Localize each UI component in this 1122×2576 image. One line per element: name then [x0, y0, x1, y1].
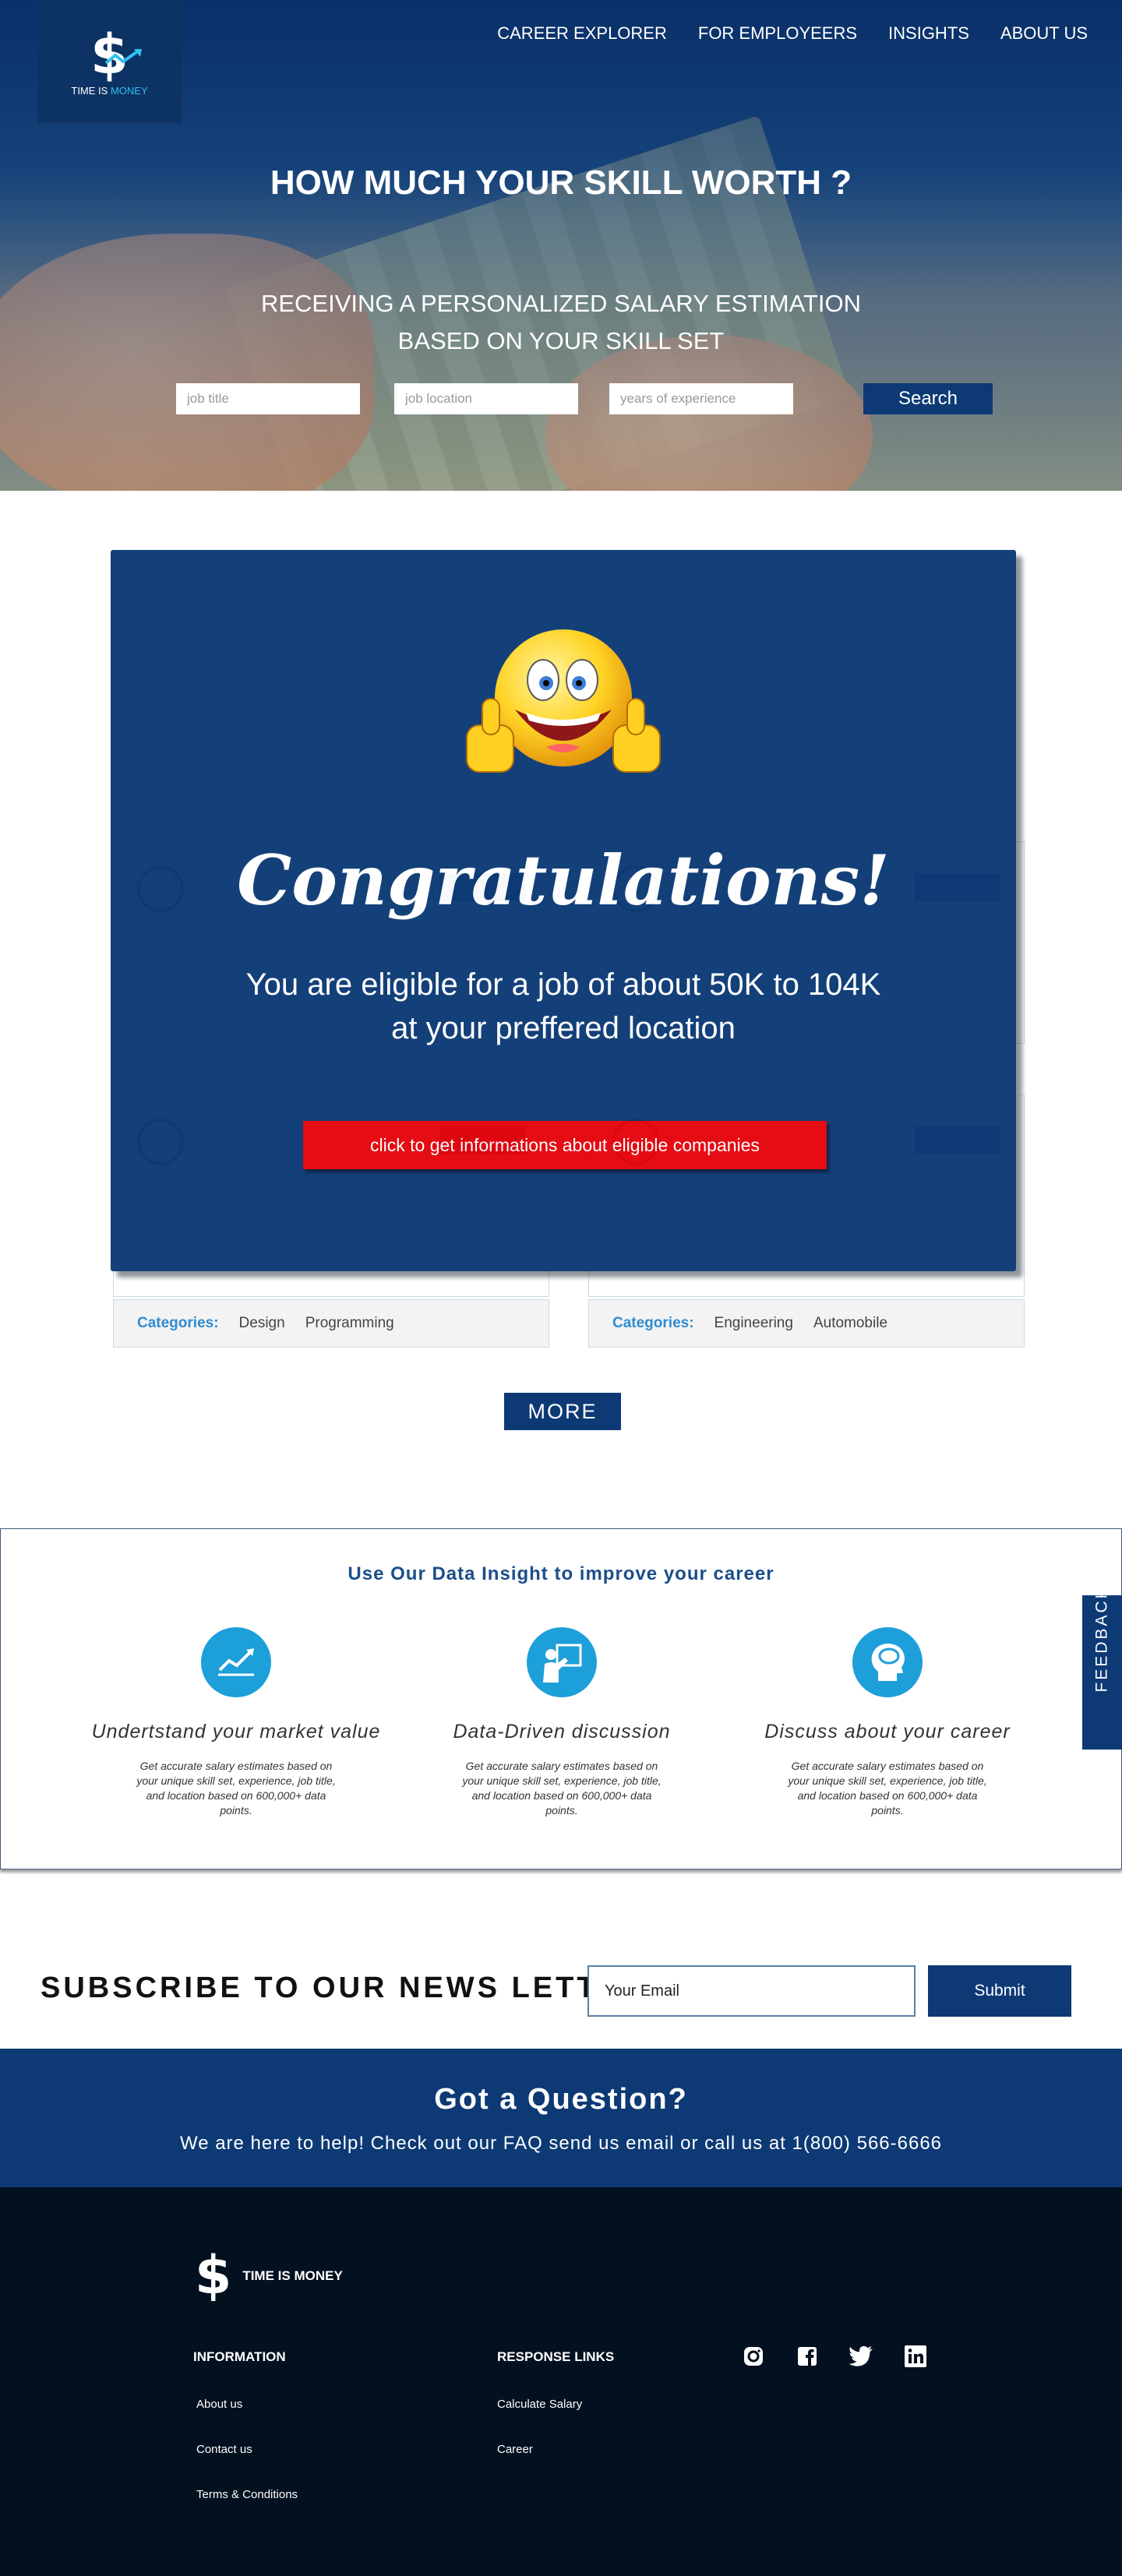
result-modal: Congratulations! You are eligible for a … — [111, 550, 1016, 1271]
footer-link-career[interactable]: Career — [497, 2443, 533, 2456]
footer-logo[interactable]: $ TIME IS MONEY — [195, 2250, 343, 2303]
feature-title: Undertstand your market value — [91, 1721, 381, 1743]
job-location-input[interactable] — [394, 383, 578, 414]
linkedin-icon[interactable] — [902, 2343, 929, 2370]
eligible-companies-button[interactable]: click to get informations about eligible… — [303, 1121, 827, 1169]
footer-brand-name: TIME IS MONEY — [242, 2268, 343, 2283]
main-nav: CAREER EXPLORER FOR EMPLOYEERS INSIGHTS … — [497, 23, 1088, 44]
hero-banner: $ TIME IS MONEY CAREER EXPLORER FOR EMPL… — [0, 0, 1122, 491]
twitter-icon[interactable] — [848, 2343, 874, 2370]
salary-search-form: Search — [176, 383, 993, 414]
feedback-label: FEEDBACK — [1092, 1585, 1111, 1693]
insight-section: Use Our Data Insight to improve your car… — [0, 1528, 1122, 1869]
footer-link-contact[interactable]: Contact us — [196, 2443, 252, 2456]
site-logo[interactable]: $ TIME IS MONEY — [37, 0, 182, 123]
footer-link-calculate-salary[interactable]: Calculate Salary — [497, 2398, 582, 2411]
footer-response-heading: RESPONSE LINKS — [497, 2349, 615, 2364]
nav-about-us[interactable]: ABOUT US — [1000, 23, 1088, 44]
site-footer: $ TIME IS MONEY INFORMATION About us Con… — [0, 2187, 1122, 2576]
footer-information-heading: INFORMATION — [193, 2349, 286, 2364]
dollar-logo-icon: $ — [195, 2245, 232, 2306]
question-banner: Got a Question? We are here to help! Che… — [0, 2049, 1122, 2187]
hero-subtitle: RECEIVING A PERSONALIZED SALARY ESTIMATI… — [260, 290, 862, 354]
footer-link-terms[interactable]: Terms & Conditions — [196, 2488, 298, 2501]
category-tag[interactable]: Programming — [305, 1315, 394, 1332]
nav-insights[interactable]: INSIGHTS — [888, 23, 969, 44]
facebook-icon[interactable] — [794, 2343, 820, 2370]
dollar-logo-icon: $ — [90, 27, 143, 82]
head-icon — [852, 1627, 923, 1697]
feedback-tab[interactable]: FEEDBACK — [1082, 1585, 1122, 1750]
nav-career-explorer[interactable]: CAREER EXPLORER — [497, 23, 667, 44]
experience-input[interactable] — [609, 383, 793, 414]
logo-text: TIME IS MONEY — [71, 84, 148, 97]
feature-description: Get accurate salary estimates based on y… — [462, 1760, 662, 1817]
thumbs-up-smiley-icon — [466, 629, 661, 773]
nav-for-employers[interactable]: FOR EMPLOYEERS — [698, 23, 857, 44]
card-categories: Categories: Design Programming — [113, 1299, 549, 1348]
question-text: We are here to help! Check out our FAQ s… — [179, 2133, 943, 2154]
search-button[interactable]: Search — [863, 383, 993, 414]
instagram-icon[interactable] — [740, 2343, 767, 2370]
page: $ TIME IS MONEY CAREER EXPLORER FOR EMPL… — [0, 0, 1122, 2576]
feature-description: Get accurate salary estimates based on y… — [788, 1760, 987, 1817]
card-categories: Categories: Engineering Automobile — [588, 1299, 1025, 1348]
newsletter-submit-button[interactable]: Submit — [928, 1965, 1071, 2017]
footer-link-about[interactable]: About us — [196, 2398, 242, 2411]
categories-label: Categories: — [137, 1315, 219, 1331]
category-tag[interactable]: Design — [239, 1315, 285, 1332]
feature-data-driven: Data-Driven discussion Get accurate sala… — [414, 1627, 710, 1818]
insight-heading: Use Our Data Insight to improve your car… — [348, 1563, 774, 1584]
question-title: Got a Question? — [434, 2083, 688, 2116]
job-title-input[interactable] — [176, 383, 360, 414]
feature-discuss-career: Discuss about your career Get accurate s… — [739, 1627, 1036, 1818]
categories-label: Categories: — [612, 1315, 694, 1331]
presenter-icon — [527, 1627, 597, 1697]
feature-title: Discuss about your career — [764, 1721, 1011, 1743]
hero-title: HOW MUCH YOUR SKILL WORTH ? — [270, 164, 852, 202]
category-tag[interactable]: Automobile — [813, 1315, 887, 1332]
feature-description: Get accurate salary estimates based on y… — [136, 1760, 336, 1817]
category-tag[interactable]: Engineering — [714, 1315, 793, 1332]
chart-icon — [201, 1627, 271, 1697]
modal-message: You are eligible for a job of about 50K … — [245, 967, 881, 1045]
trend-arrow-icon — [104, 48, 143, 65]
newsletter-title: SUBSCRIBE TO OUR NEWS LETTER — [41, 1972, 646, 2004]
newsletter-email-input[interactable] — [587, 1965, 916, 2017]
modal-title: Congratulations! — [237, 840, 890, 921]
feature-market-value: Undertstand your market value Get accura… — [88, 1627, 384, 1818]
more-button[interactable]: MORE — [504, 1393, 621, 1430]
feature-title: Data-Driven discussion — [453, 1721, 671, 1743]
